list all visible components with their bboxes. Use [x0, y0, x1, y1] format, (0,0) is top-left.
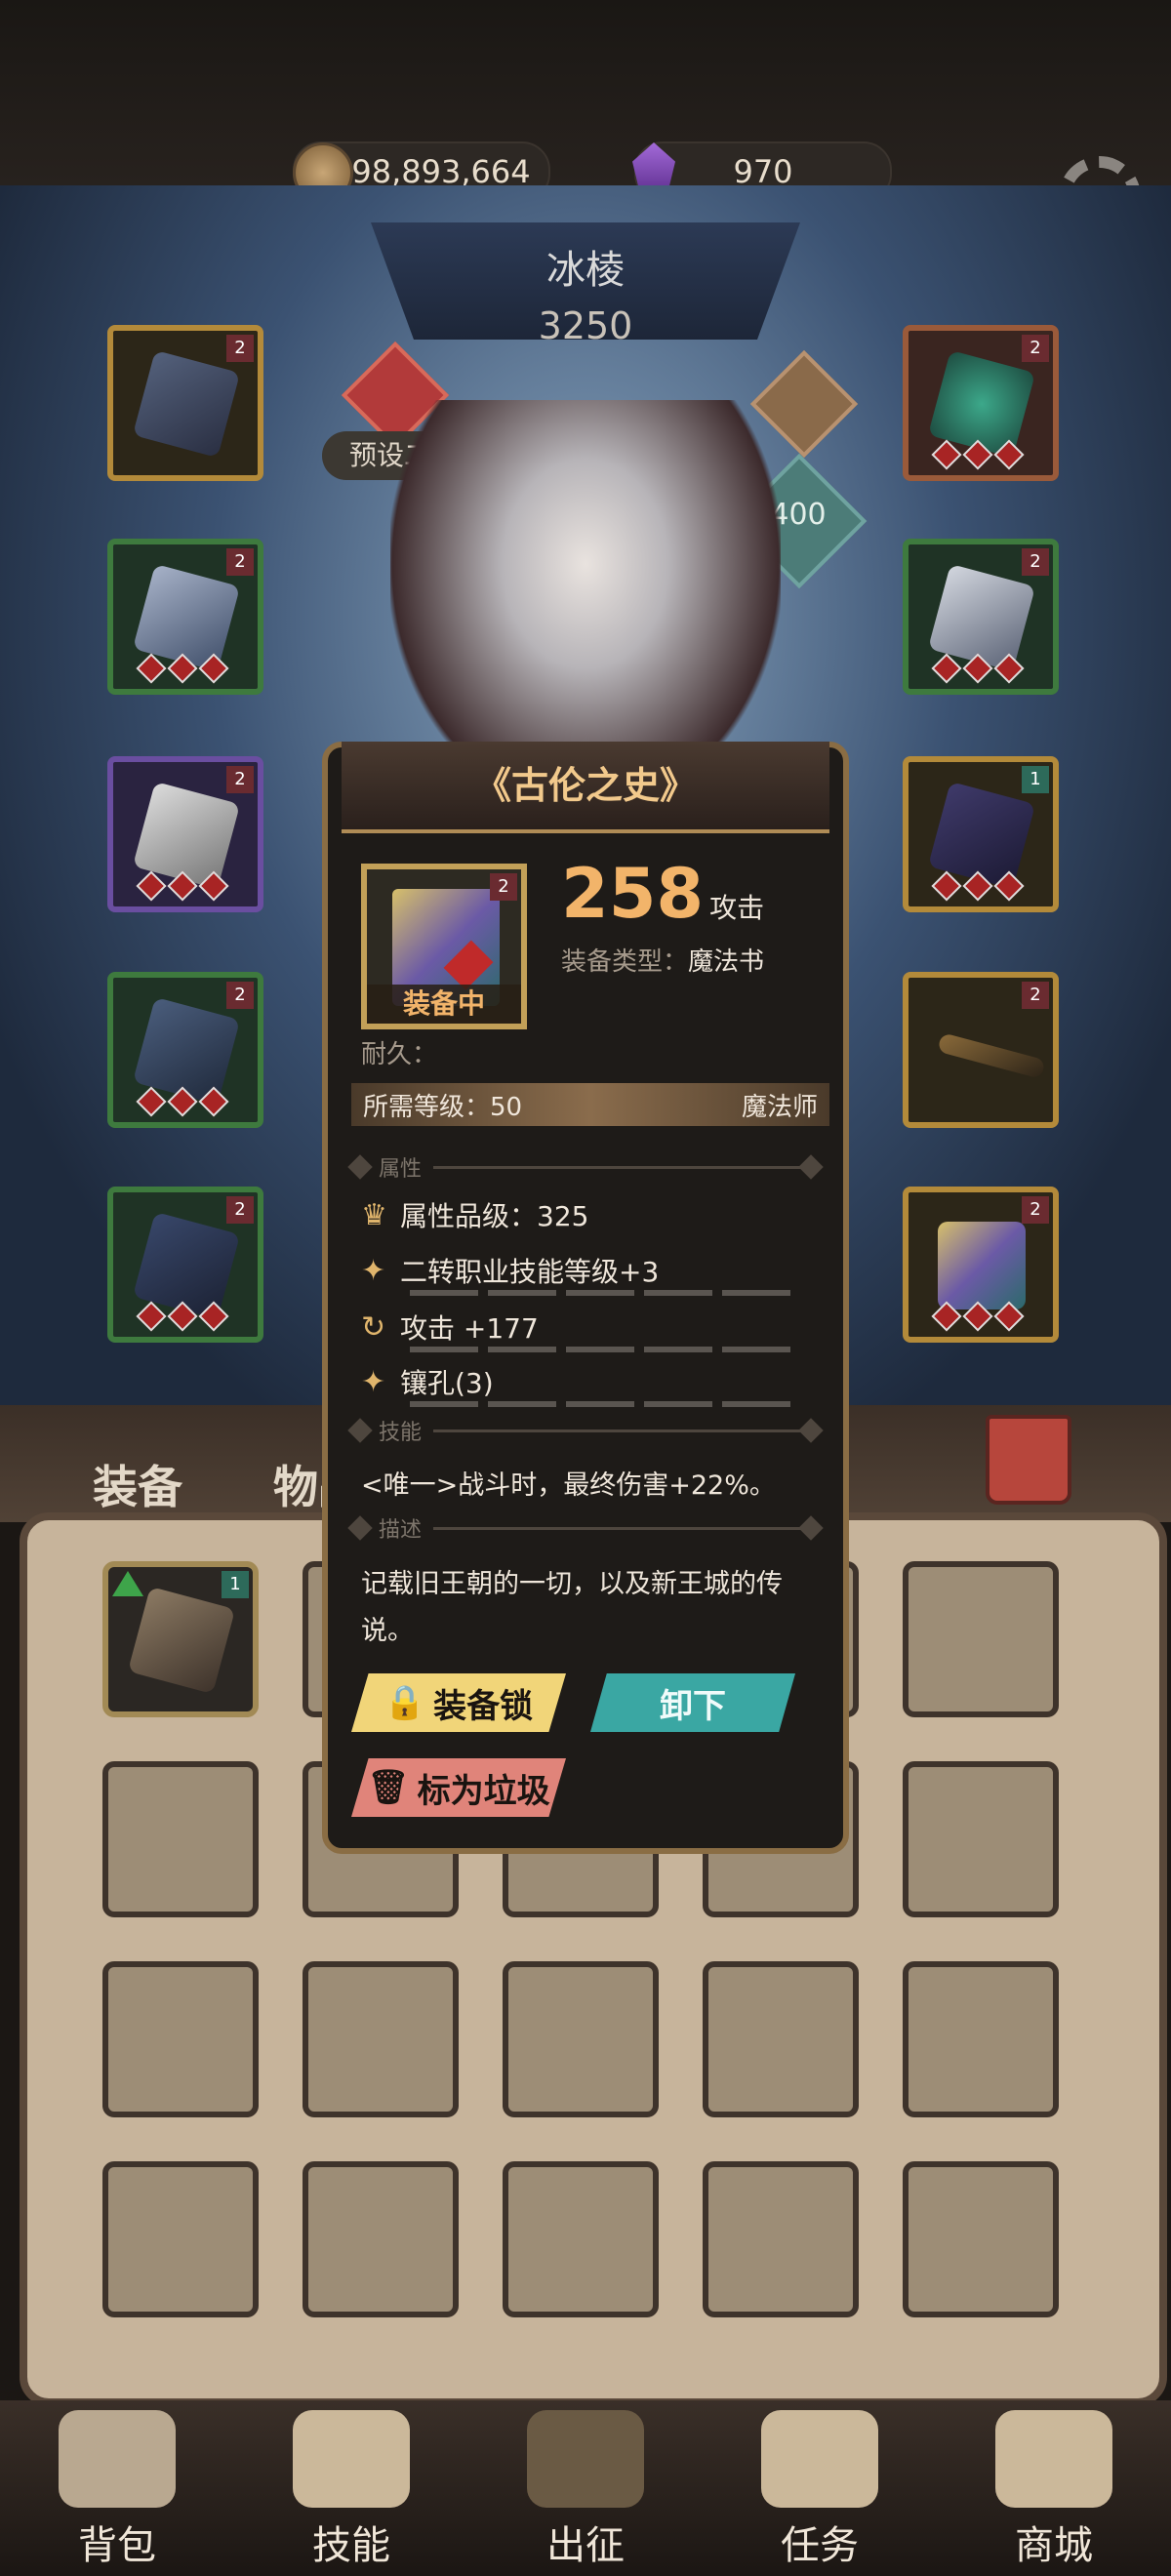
section-attributes-label: 属性: [379, 1157, 423, 1182]
equip-slot-pants[interactable]: 2: [107, 972, 263, 1128]
section-attributes: 属性: [347, 1151, 824, 1183]
item-tier-badge: 2: [490, 873, 517, 901]
attr-3-text: 镶孔(3): [400, 1367, 494, 1399]
nav-bag-label: 背包: [78, 2523, 156, 2568]
required-level: 所需等级：50: [363, 1092, 523, 1122]
equip-slot-belt[interactable]: 1: [903, 756, 1059, 912]
attr-2-bar: [410, 1347, 800, 1352]
skill-text: <唯一>战斗时，最终伤害+22%。: [361, 1470, 776, 1501]
nav-shop-label: 商城: [1015, 2523, 1093, 2568]
attr-1-bar: [410, 1290, 800, 1296]
trash-icon[interactable]: [986, 1415, 1071, 1505]
attr-quality: ♛ 属性品级：325: [361, 1195, 810, 1234]
inventory-cell[interactable]: [903, 1961, 1059, 2117]
inventory-cell[interactable]: [703, 2161, 859, 2317]
attr-1-text: 二转职业技能等级+3: [400, 1256, 660, 1288]
durability-label: 耐久：: [361, 1040, 438, 1069]
equipped-status: 装备中: [367, 985, 521, 1024]
upgrade-arrow-icon: [112, 1571, 143, 1596]
attr-3-bar: [410, 1401, 800, 1407]
nav-battle[interactable]: 出征: [468, 2400, 703, 2576]
battle-icon: [527, 2410, 644, 2508]
requirement-bar: 所需等级：50 魔法师: [351, 1083, 829, 1126]
equip-slot-offhand[interactable]: 2: [903, 1187, 1059, 1343]
equip-slot-boots[interactable]: 2: [107, 1187, 263, 1343]
inventory-cell[interactable]: [102, 1761, 259, 1917]
equip-type-value: 魔法书: [688, 947, 765, 977]
lock-icon: 🔒: [384, 1683, 426, 1722]
attr-1: ✦ 二转职业技能等级+3: [361, 1251, 810, 1290]
bag-icon: [59, 2410, 176, 2508]
equip-slot-armor[interactable]: 2: [107, 539, 263, 695]
required-class: 魔法师: [741, 1092, 818, 1122]
inventory-cell[interactable]: [102, 2161, 259, 2317]
inventory-item-boots[interactable]: 1: [102, 1561, 259, 1717]
inventory-cell[interactable]: [903, 1761, 1059, 1917]
equip-type: 装备类型：魔法书: [561, 942, 764, 978]
equip-lock-label: 装备锁: [433, 1686, 534, 1726]
section-description: 描述: [347, 1512, 824, 1544]
mark-as-trash-label: 标为垃圾: [417, 1771, 550, 1811]
inventory-cell[interactable]: [903, 2161, 1059, 2317]
mark-as-trash-button[interactable]: 🗑 标为垃圾: [351, 1758, 566, 1817]
equip-slot-necklace[interactable]: 2: [903, 325, 1059, 481]
item-icon-card: 2 装备中: [361, 864, 527, 1029]
attack-stat: 258 攻击: [561, 854, 764, 934]
hero-nameplate: 冰棱 3250: [371, 222, 800, 340]
shop-icon: [995, 2410, 1112, 2508]
nav-quests-label: 任务: [781, 2523, 859, 2568]
attack-unit: 攻击: [709, 892, 765, 924]
bottom-nav-items: 背包 技能 出征 任务 商城: [0, 2400, 1171, 2576]
inventory-cell[interactable]: [503, 1961, 659, 2117]
tab-equipment[interactable]: 装备: [93, 1452, 182, 1516]
inventory-cell[interactable]: [303, 1961, 459, 2117]
nav-shop[interactable]: 商城: [937, 2400, 1171, 2576]
refresh-icon: ↻: [361, 1309, 386, 1345]
equip-slot-weapon[interactable]: 2: [903, 972, 1059, 1128]
nav-skills[interactable]: 技能: [234, 2400, 468, 2576]
nav-battle-label: 出征: [546, 2523, 625, 2568]
attr-2: ↻ 攻击 +177: [361, 1308, 810, 1347]
star-icon: ✦: [361, 1364, 386, 1399]
section-description-label: 描述: [379, 1518, 423, 1543]
attr-3: ✦ 镶孔(3): [361, 1362, 810, 1401]
inventory-cell[interactable]: [102, 1961, 259, 2117]
inventory-cell[interactable]: [903, 1561, 1059, 1717]
equip-slot-helmet[interactable]: 2: [107, 325, 263, 481]
description-text: 记载旧王朝的一切，以及新王城的传说。: [361, 1569, 783, 1646]
nav-bag[interactable]: 背包: [0, 2400, 234, 2576]
item-title: 《古伦之史》: [342, 742, 829, 833]
star-icon: ✦: [361, 1253, 386, 1288]
section-skill: 技能: [347, 1415, 824, 1446]
quality-crown-icon: ♛: [361, 1197, 387, 1232]
quests-icon: [761, 2410, 878, 2508]
inventory-cell[interactable]: [503, 2161, 659, 2317]
section-skill-label: 技能: [379, 1421, 423, 1445]
nav-skills-label: 技能: [312, 2523, 390, 2568]
equip-slot-gloves[interactable]: 2: [107, 756, 263, 912]
inventory-cell[interactable]: [303, 2161, 459, 2317]
equip-slot-shoulder[interactable]: 2: [903, 539, 1059, 695]
attack-value: 258: [561, 854, 705, 934]
equip-type-label: 装备类型：: [561, 947, 689, 977]
equip-lock-button[interactable]: 🔒 装备锁: [351, 1673, 566, 1732]
trash-small-icon: 🗑: [367, 1768, 410, 1807]
hero-name: 冰棱: [546, 248, 625, 293]
unequip-button[interactable]: 卸下: [590, 1673, 795, 1732]
attr-2-text: 攻击 +177: [400, 1312, 539, 1345]
attr-quality-text: 属性品级：325: [400, 1200, 589, 1232]
item-detail-popup: 《古伦之史》 2 装备中 258 攻击 装备类型：魔法书 耐久： 所需等级：50…: [322, 703, 849, 1854]
skills-icon: [293, 2410, 410, 2508]
inventory-cell[interactable]: [703, 1961, 859, 2117]
nav-quests[interactable]: 任务: [703, 2400, 937, 2576]
